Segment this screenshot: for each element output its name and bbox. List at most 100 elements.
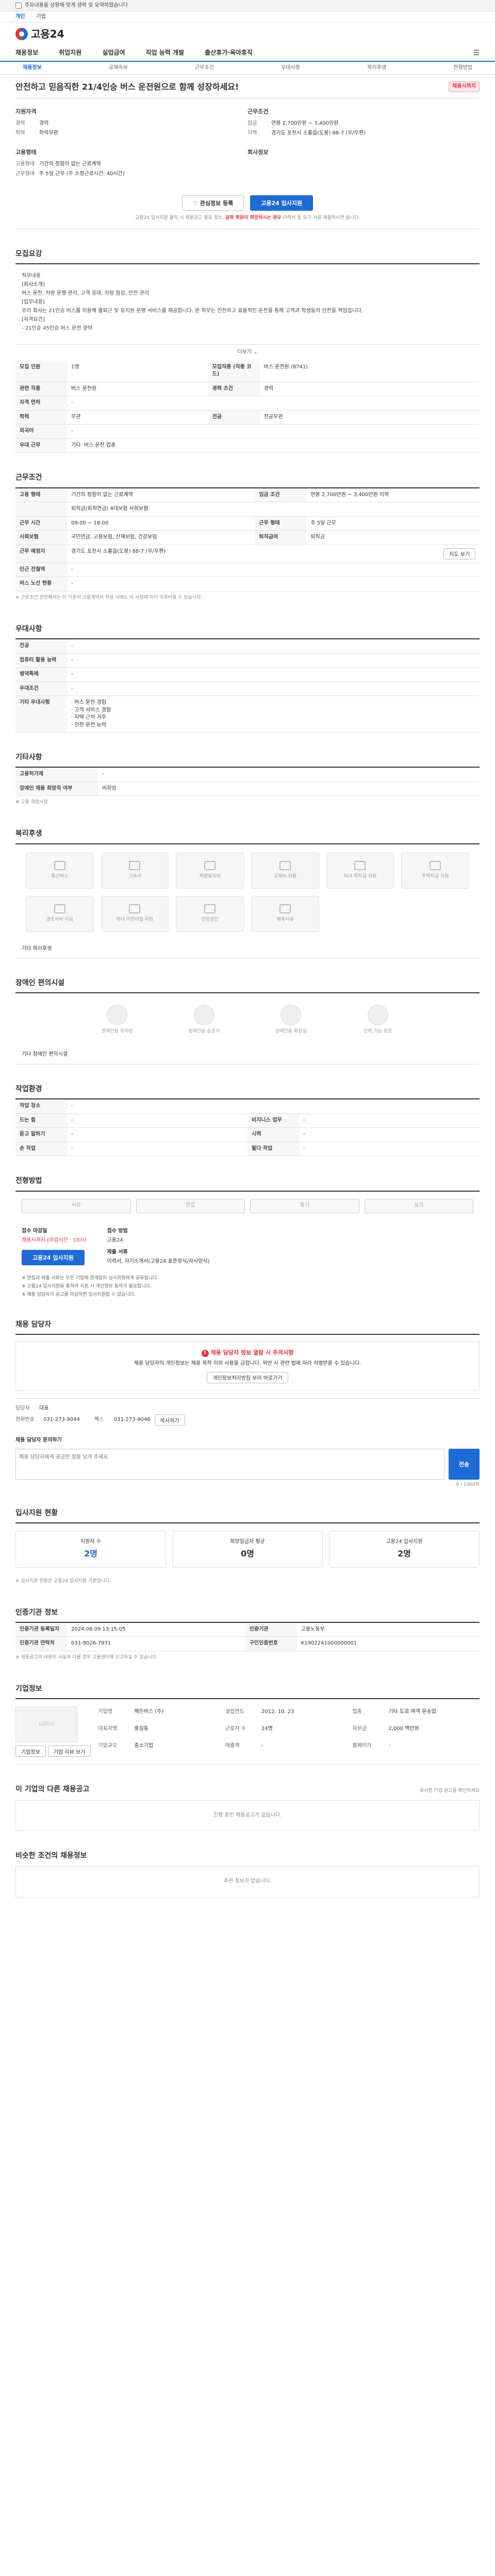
section-title: 비슷한 조건의 채용정보 xyxy=(15,1852,87,1860)
warning-icon: ! xyxy=(201,1350,209,1358)
welfare-label: 통근버스 xyxy=(51,874,69,879)
docs-label: 제출 서류 xyxy=(107,1249,128,1255)
deadline-badge: 채용시까지 xyxy=(449,81,480,92)
section-similar: 이 기업의 다른 채용공고 유사한 기업 공고를 확인하세요 진행 중인 채용공고… xyxy=(15,1765,480,1832)
scrap-button[interactable]: ♡ 관심정보 등록 xyxy=(182,195,244,211)
status-cards: 지원자 수 2명 희망임금자 평균 0명 고용24 입사지원 2명 xyxy=(15,1523,480,1575)
kv-key: 전화번호 xyxy=(15,1416,35,1422)
subnav-recruit[interactable]: 채용정보 xyxy=(23,64,42,72)
th: 관련 직종 xyxy=(15,382,67,397)
warning-body: 채용 담당자의 개인정보는 채용 목적 이외 사용을 금합니다. 위반 시 관련… xyxy=(134,1361,361,1367)
td: · 버스 운전 경험 · 고객 서비스 경험 · 자택 근처 거주 · 안전 운… xyxy=(67,696,480,733)
subnav-welfare[interactable]: 복리후생 xyxy=(367,64,386,72)
td: - xyxy=(67,653,480,668)
selection-notes: ※ 면접과 제출 서류는 모든 기업에 관계없이 심사위원에게 공유됩니다. ※… xyxy=(15,1273,480,1298)
conditions-note: ※ 근로조건 관련해서는 이 기준이 고용계약서 작성 시에도 이 사항에 따라… xyxy=(15,595,203,600)
privacy-policy-button[interactable]: 개인정보처리방침 보러 바로가기 xyxy=(207,1371,288,1383)
kv-value: 중소기업 xyxy=(134,1742,154,1749)
notice-checkbox[interactable] xyxy=(15,3,22,9)
disabled-grid: 장애인용 주차장 장애인용 승강기 장애인용 화장실 신체 기능 보조 xyxy=(15,993,480,1046)
table-row: 우대 근무 기타 버스 운전 업종 xyxy=(15,438,480,453)
stat-label: 고용24 입사지원 xyxy=(386,1538,423,1545)
welfare-label: 주택자금 지원 xyxy=(421,874,449,879)
section-title: 모집요강 xyxy=(15,249,480,265)
map-button[interactable]: 지도 보기 xyxy=(443,548,475,560)
kv-key: 고용형태 xyxy=(15,161,35,167)
subnav-selection[interactable]: 전형방법 xyxy=(453,64,472,72)
summary-conditions: 근무조건 임금 연봉 2,700만원 ~ 3,400만원 지역 경기도 포천시 소흘… xyxy=(248,108,480,180)
gnb-item-leave[interactable]: 출산휴가·육아휴직 xyxy=(205,48,253,57)
section-title: 이 기업의 다른 채용공고 xyxy=(15,1785,90,1794)
more-button[interactable]: 더보기 ⌄ xyxy=(15,345,480,361)
welfare-item: 기숙사 xyxy=(101,852,169,889)
gnb-item-jobs[interactable]: 채용정보 xyxy=(15,48,38,57)
warning-title: 채용 담당자 정보 열람 시 주의사항 xyxy=(210,1349,294,1357)
apply-button-2[interactable]: 고용24 입사지원 xyxy=(22,1249,85,1265)
copy-button[interactable]: 복사하기 xyxy=(154,1414,185,1426)
subnav-prefer[interactable]: 우대사항 xyxy=(281,64,300,72)
inquiry-textarea[interactable] xyxy=(15,1448,444,1480)
company-review-button[interactable]: 기업 리뷰 보기 xyxy=(47,1745,91,1757)
hope-link[interactable]: ⊕ 고용 희망사항 xyxy=(15,796,480,809)
table-row: 전공 - xyxy=(15,639,480,654)
table-row: 손 작업 - 팔다 작업 - xyxy=(15,1142,480,1157)
welfare-item: 교육비 지원 xyxy=(251,852,319,889)
th: 우대조건 xyxy=(15,682,67,697)
privacy-warning: ! 채용 담당자 정보 열람 시 주의사항 채용 담당자의 개인정보는 채용 목적… xyxy=(15,1341,480,1391)
kv-key: 학력 xyxy=(15,130,25,136)
similar-hint: 유사한 기업 공고를 확인하세요 xyxy=(419,1788,480,1794)
subnav-conditions[interactable]: 근무조건 xyxy=(195,64,214,72)
td: 1명 xyxy=(67,360,208,382)
td: - xyxy=(67,667,480,682)
table-row: 고용허가제 - xyxy=(15,768,480,782)
hope-link-label: 고용 희망사항 xyxy=(21,800,48,805)
table-row: 근무 예정지 경기도 포천시 소흘읍(도봉) 88-7 (우/우편) 지도 보기 xyxy=(15,545,480,563)
kv-value: 경기도 포천시 소흘읍(도봉) 88-7 (우/우편) xyxy=(271,130,366,136)
subnav-news[interactable]: 공채속보 xyxy=(109,64,128,72)
section-disabled: 장애인 편의시설 장애인용 주차장 장애인용 승강기 장애인용 화장실 신체 기… xyxy=(15,958,480,1064)
menu-icon[interactable]: ☰ xyxy=(473,48,480,58)
link-individual[interactable]: 개인 xyxy=(15,13,25,21)
td: - xyxy=(67,396,480,411)
welfare-item: 차량유지비 xyxy=(176,852,244,889)
graduation-icon xyxy=(354,861,366,871)
step-practical: 실기 xyxy=(364,1198,473,1213)
table-row: 인증기관 등록일자 2024.08.09 13:15:05 인증기관 고용노동부 xyxy=(15,1622,480,1637)
td: 고용노동부 xyxy=(296,1622,480,1637)
section-title: 우대사항 xyxy=(15,624,480,640)
section-conditions: 근무조건 고용 형태 기간의 정함이 없는 근로계약 임금 조건 연봉 2,700만원… xyxy=(15,453,480,604)
section-title: 기업정보 xyxy=(15,1684,480,1700)
table-row: 사회보험 국민연금, 고용보험, 산재보험, 건강보험 퇴직급여 퇴직금 xyxy=(15,530,480,545)
gnb-item-support[interactable]: 취업지원 xyxy=(59,48,81,57)
disabled-other: 기타 장애인 편의시설 xyxy=(15,1046,480,1064)
stat-value: 2명 xyxy=(398,1549,411,1559)
method-block: 접수 방법 고용24 제출 서류 이력서, 자기소개서(고용24 표준양식/자사… xyxy=(107,1228,209,1266)
th: 학력 xyxy=(15,410,67,425)
td: 퇴직금 xyxy=(306,530,480,545)
th: 외국어 xyxy=(15,424,67,439)
th: 고용 형태 xyxy=(15,488,67,503)
section-title: 입사지원 현황 xyxy=(15,1508,480,1523)
th: 작업 장소 xyxy=(15,1099,67,1114)
kv-key: 지역 xyxy=(248,130,257,136)
link-company[interactable]: 기업 xyxy=(36,13,45,21)
gnb-item-training[interactable]: 직업 능력 개발 xyxy=(146,48,185,57)
section-other: 기타사항 고용허가제 - 장애인 채용 희망직 여부 비희망 ⊕ 고용 희망사항 xyxy=(15,733,480,809)
company-info-button[interactable]: 기업정보 xyxy=(15,1745,46,1757)
kv-key: 근무형태 xyxy=(15,171,35,177)
kv-key: 기업명 xyxy=(98,1709,112,1715)
parking-icon xyxy=(107,1004,128,1025)
th: 근무 시간 xyxy=(15,516,67,531)
apply-button[interactable]: 고용24 입사지원 xyxy=(250,195,314,211)
gnb-item-benefit[interactable]: 실업급여 xyxy=(102,48,125,57)
fax-value: 031-273-9046 xyxy=(113,1416,151,1422)
send-button[interactable]: 전송 xyxy=(449,1448,480,1480)
facility-item: 장애인용 화장실 xyxy=(251,1002,331,1038)
apply-notice-b: 공학 회원이 희망하시는 경우 xyxy=(225,215,282,221)
agency-note: ※ 채용공고의 내용이 사실과 다를 경우 고용센터에 신고하실 수 있습니다. xyxy=(15,1654,158,1660)
table-row: 외국어 - xyxy=(15,424,480,439)
kv-key: 근로자 수 xyxy=(225,1725,246,1732)
logo[interactable]: 고용24 xyxy=(15,27,64,42)
note-item: ※ 면접과 제출 서류는 모든 기업에 관계없이 심사위원에게 공유됩니다. xyxy=(22,1275,159,1281)
sub-nav: 채용정보 공채속보 근무조건 우대사항 복리후생 전형방법 xyxy=(0,62,495,75)
